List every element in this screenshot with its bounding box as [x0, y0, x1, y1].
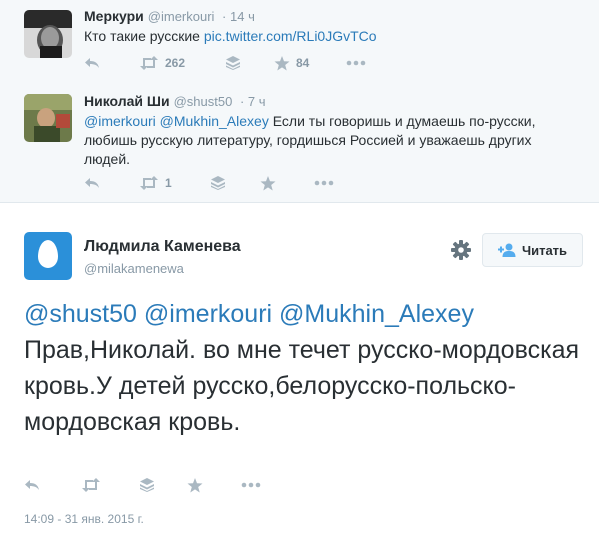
reply-button[interactable] — [84, 54, 100, 72]
buffer-icon — [140, 478, 154, 492]
favorite-button[interactable]: 84 — [274, 54, 309, 72]
main-tweet-text: @shust50 @imerkouri @Mukhin_Alexey Прав,… — [24, 296, 584, 440]
mention-mukhin-alexey[interactable]: @Mukhin_Alexey — [279, 300, 474, 328]
follow-button-label: Читать — [521, 242, 568, 258]
reply-button[interactable] — [84, 174, 100, 192]
more-icon — [241, 482, 261, 488]
buffer-button[interactable] — [211, 174, 225, 192]
main-author-name[interactable]: Людмила Каменева — [84, 238, 241, 256]
main-author-handle[interactable]: @milakamenewa — [84, 261, 184, 276]
avatar-shust50[interactable] — [24, 94, 72, 142]
tweet2-time[interactable]: · 7 ч — [236, 94, 266, 109]
tweet1-name[interactable]: Меркури — [84, 8, 144, 24]
user-actions-button[interactable] — [450, 239, 472, 261]
reply-icon — [25, 480, 39, 490]
buffer-icon — [226, 56, 240, 70]
avatar-milakamenewa[interactable] — [24, 232, 72, 280]
buffer-button[interactable] — [226, 54, 240, 72]
follow-button[interactable]: Читать — [482, 233, 583, 267]
avatar-imerkouri[interactable] — [24, 10, 72, 58]
tweet1-link[interactable]: pic.twitter.com/RLi0JGvTCo — [204, 28, 377, 44]
favorite-button[interactable] — [260, 174, 276, 192]
gear-icon — [451, 240, 471, 260]
retweet-icon — [140, 176, 158, 190]
tweet2-actions: 1 — [84, 174, 384, 194]
buffer-icon — [211, 176, 225, 190]
buffer-button[interactable] — [140, 476, 154, 494]
more-button[interactable] — [241, 476, 261, 494]
tweet1-text: Кто такие русские — [84, 28, 204, 44]
tweet2-time-value[interactable]: 7 ч — [248, 94, 266, 109]
more-button[interactable] — [314, 174, 334, 192]
main-tweet-timestamp[interactable]: 14:09 - 31 янв. 2015 г. — [24, 512, 144, 526]
retweet-icon — [82, 478, 100, 492]
more-icon — [346, 60, 366, 66]
retweet-button[interactable]: 262 — [139, 54, 185, 72]
main-tweet-actions — [24, 476, 324, 496]
tweet1-actions: 262 84 — [84, 54, 384, 74]
egg-avatar-icon — [38, 240, 58, 268]
mention-imerkouri[interactable]: @imerkouri — [144, 300, 272, 328]
context-tweet-1[interactable]: Меркури @imerkouri · 14 ч Кто такие русск… — [0, 0, 599, 87]
tweet1-handle[interactable]: @imerkouri — [148, 9, 215, 24]
reply-icon — [85, 178, 99, 188]
tweet1-time-value[interactable]: 14 ч — [230, 9, 255, 24]
tweet1-time[interactable]: · 14 ч — [218, 9, 255, 24]
reply-button[interactable] — [24, 476, 40, 494]
tweet1-favorite-count: 84 — [296, 56, 310, 70]
retweet-button[interactable]: 1 — [139, 174, 172, 192]
favorite-icon — [187, 477, 203, 492]
reply-icon — [85, 58, 99, 68]
more-button[interactable] — [346, 54, 366, 72]
more-icon — [314, 180, 334, 186]
favorite-icon — [260, 175, 276, 190]
tweet2-mentions[interactable]: @imerkouri @Mukhin_Alexey — [84, 113, 269, 129]
main-tweet-body: Прав,Николай. во мне течет русско-мордов… — [24, 336, 580, 436]
retweet-icon — [140, 56, 158, 70]
favorite-icon — [274, 55, 290, 70]
retweet-button[interactable] — [81, 476, 101, 494]
tweet2-handle[interactable]: @shust50 — [174, 94, 233, 109]
mention-shust50[interactable]: @shust50 — [24, 300, 137, 328]
tweet2-name[interactable]: Николай Ши — [84, 93, 170, 109]
follow-icon — [497, 243, 516, 257]
tweet2-retweet-count: 1 — [165, 176, 172, 190]
favorite-button[interactable] — [187, 476, 203, 494]
context-tweet-2[interactable]: Николай Ши @shust50 · 7 ч @imerkouri @Muk… — [0, 86, 599, 203]
tweet1-retweet-count: 262 — [165, 56, 186, 70]
